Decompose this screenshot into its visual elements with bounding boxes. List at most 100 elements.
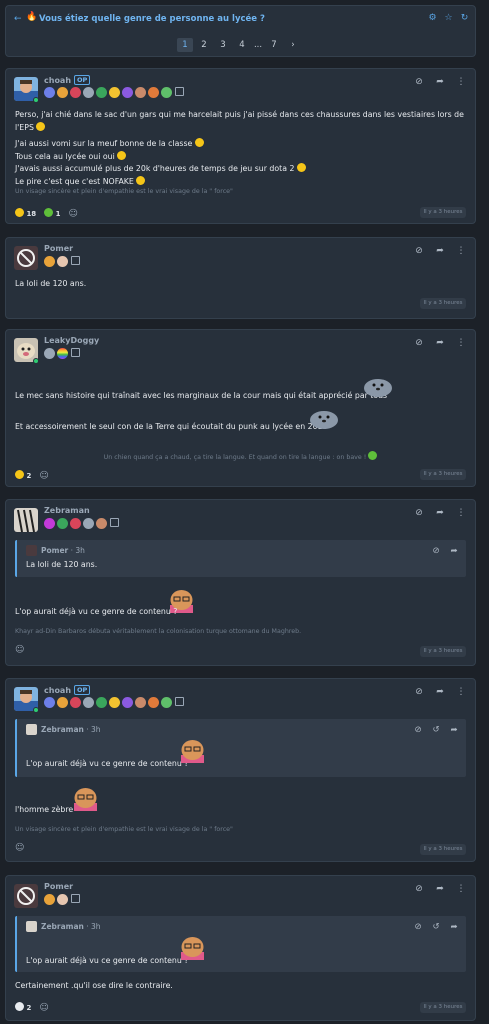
- quoted-post[interactable]: Zebraman · 3h ⊘ ↺ ➦ L'op aurait déjà vu ce…: [15, 719, 466, 777]
- reaction-laughing[interactable]: 18: [15, 208, 36, 218]
- add-reaction-icon[interactable]: ☺: [39, 471, 48, 481]
- more-badges-icon[interactable]: [71, 894, 80, 903]
- more-badges-icon[interactable]: [175, 697, 184, 706]
- more-badges-icon[interactable]: [71, 348, 80, 357]
- avatar[interactable]: [14, 508, 38, 532]
- hide-eye-icon[interactable]: ⊘: [413, 508, 425, 518]
- reactions-row: 2 ☺: [15, 1002, 49, 1013]
- author-name[interactable]: choah OP: [44, 685, 91, 695]
- badge-icon: [148, 697, 159, 708]
- history-icon[interactable]: ↺: [430, 725, 442, 735]
- more-badges-icon[interactable]: [175, 87, 184, 96]
- badges-row: [44, 87, 184, 98]
- page-4[interactable]: 4: [234, 38, 250, 52]
- quote-author[interactable]: Zebraman · 3h: [41, 922, 101, 931]
- reaction-thumbs-up[interactable]: 2: [15, 470, 31, 480]
- post-body: Certainement .qu'il ose dire le contrair…: [15, 980, 466, 993]
- quoted-post[interactable]: Pomer · 3h ⊘ ➦ La loli de 120 ans.: [15, 540, 466, 577]
- author-name[interactable]: Zebraman: [44, 506, 90, 515]
- hide-eye-icon[interactable]: ⊘: [413, 884, 425, 894]
- badge-icon: [44, 518, 55, 529]
- share-arrow-icon[interactable]: ➦: [448, 922, 460, 932]
- reactions-row: ☺: [15, 645, 24, 655]
- hide-eye-icon[interactable]: ⊘: [412, 725, 424, 735]
- post-body: l'homme zèbre: [15, 804, 466, 817]
- post-body: L'op aurait déjà vu ce genre de contenu …: [15, 606, 466, 619]
- hide-eye-icon[interactable]: ⊘: [413, 77, 425, 87]
- quote-text: La loli de 120 ans.: [26, 560, 98, 569]
- next-page-arrow[interactable]: ›: [285, 38, 301, 52]
- hide-eye-icon[interactable]: ⊘: [430, 546, 442, 556]
- quote-actions: ⊘ ↺ ➦: [406, 725, 460, 735]
- badge-icon: [161, 697, 172, 708]
- share-arrow-icon[interactable]: ➦: [448, 725, 460, 735]
- add-reaction-icon[interactable]: ☺: [69, 209, 78, 219]
- post-actions: ⊘ ➦ ⋮: [404, 508, 467, 518]
- quote-author[interactable]: Zebraman · 3h: [41, 725, 101, 734]
- more-menu-icon[interactable]: ⋮: [455, 687, 467, 697]
- add-reaction-icon[interactable]: ☺: [15, 645, 24, 655]
- hide-eye-icon[interactable]: ⊘: [412, 922, 424, 932]
- badge-icon: [135, 87, 146, 98]
- page-3[interactable]: 3: [215, 38, 231, 52]
- add-reaction-icon[interactable]: ☺: [39, 1003, 48, 1013]
- post-time[interactable]: Il y a 3 heures: [420, 469, 466, 480]
- post-card: Pomer ⊘ ➦ ⋮ La loli de 120 ans. Il y a 3 h…: [5, 237, 476, 319]
- more-badges-icon[interactable]: [110, 518, 119, 527]
- post-time[interactable]: Il y a 3 heures: [420, 844, 466, 855]
- signature: Un chien quand ça a chaud, ça tire la la…: [6, 451, 475, 461]
- quote-author[interactable]: Pomer · 3h: [41, 546, 85, 555]
- quoted-post[interactable]: Zebraman · 3h ⊘ ↺ ➦ L'op aurait déjà vu ce…: [15, 916, 466, 972]
- hide-eye-icon[interactable]: ⊘: [413, 338, 425, 348]
- author-name[interactable]: LeakyDoggy: [44, 336, 99, 345]
- cat-sticker: [181, 740, 204, 763]
- more-menu-icon[interactable]: ⋮: [455, 246, 467, 256]
- share-arrow-icon[interactable]: ➦: [434, 687, 446, 697]
- author-name[interactable]: Pomer: [44, 244, 73, 253]
- topic-header: ← 🔥 Vous étiez quelle genre de personne …: [5, 5, 476, 57]
- post-card: Pomer ⊘ ➦ ⋮ Zebraman · 3h ⊘ ↺ ➦ L'op aurait …: [5, 875, 476, 1021]
- more-menu-icon[interactable]: ⋮: [455, 77, 467, 87]
- signature: Un visage sincère et plein d'empathie es…: [15, 188, 233, 195]
- share-arrow-icon[interactable]: ➦: [434, 884, 446, 894]
- page-7[interactable]: 7: [266, 38, 282, 52]
- more-badges-icon[interactable]: [71, 256, 80, 265]
- banned-avatar[interactable]: [14, 884, 38, 908]
- back-arrow-icon[interactable]: ←: [14, 14, 22, 24]
- author-name[interactable]: Pomer: [44, 882, 73, 891]
- author-name[interactable]: choah OP: [44, 75, 91, 85]
- refresh-icon[interactable]: ↻: [459, 13, 470, 24]
- online-indicator: [33, 707, 39, 713]
- history-icon[interactable]: ↺: [430, 922, 442, 932]
- more-menu-icon[interactable]: ⋮: [455, 884, 467, 894]
- badge-icon: [57, 348, 68, 359]
- share-arrow-icon[interactable]: ➦: [434, 77, 446, 87]
- banned-avatar[interactable]: [14, 246, 38, 270]
- post-time[interactable]: Il y a 3 heures: [420, 1002, 466, 1013]
- share-arrow-icon[interactable]: ➦: [434, 246, 446, 256]
- more-menu-icon[interactable]: ⋮: [455, 338, 467, 348]
- badge-icon: [135, 697, 146, 708]
- hide-eye-icon[interactable]: ⊘: [413, 246, 425, 256]
- post-actions: ⊘ ➦ ⋮: [404, 246, 467, 256]
- add-reaction-icon[interactable]: ☺: [15, 843, 24, 853]
- reaction-skull[interactable]: 2: [15, 1002, 31, 1012]
- hide-eye-icon[interactable]: ⊘: [413, 687, 425, 697]
- settings-gear-icon[interactable]: ⚙: [427, 13, 438, 24]
- seal-sticker: [310, 411, 338, 429]
- page-2[interactable]: 2: [196, 38, 212, 52]
- badge-icon: [70, 518, 81, 529]
- post-time[interactable]: Il y a 3 heures: [420, 207, 466, 218]
- share-arrow-icon[interactable]: ➦: [434, 338, 446, 348]
- quote-avatar: [26, 545, 37, 556]
- badge-icon: [96, 518, 107, 529]
- share-arrow-icon[interactable]: ➦: [434, 508, 446, 518]
- reaction-alien[interactable]: 1: [44, 208, 61, 218]
- post-time[interactable]: Il y a 3 heures: [420, 646, 466, 657]
- post-time[interactable]: Il y a 3 heures: [420, 298, 466, 309]
- share-arrow-icon[interactable]: ➦: [448, 546, 460, 556]
- more-menu-icon[interactable]: ⋮: [455, 508, 467, 518]
- page-1[interactable]: 1: [177, 38, 193, 52]
- quote-avatar: [26, 921, 37, 932]
- favorite-star-icon[interactable]: ☆: [443, 13, 454, 24]
